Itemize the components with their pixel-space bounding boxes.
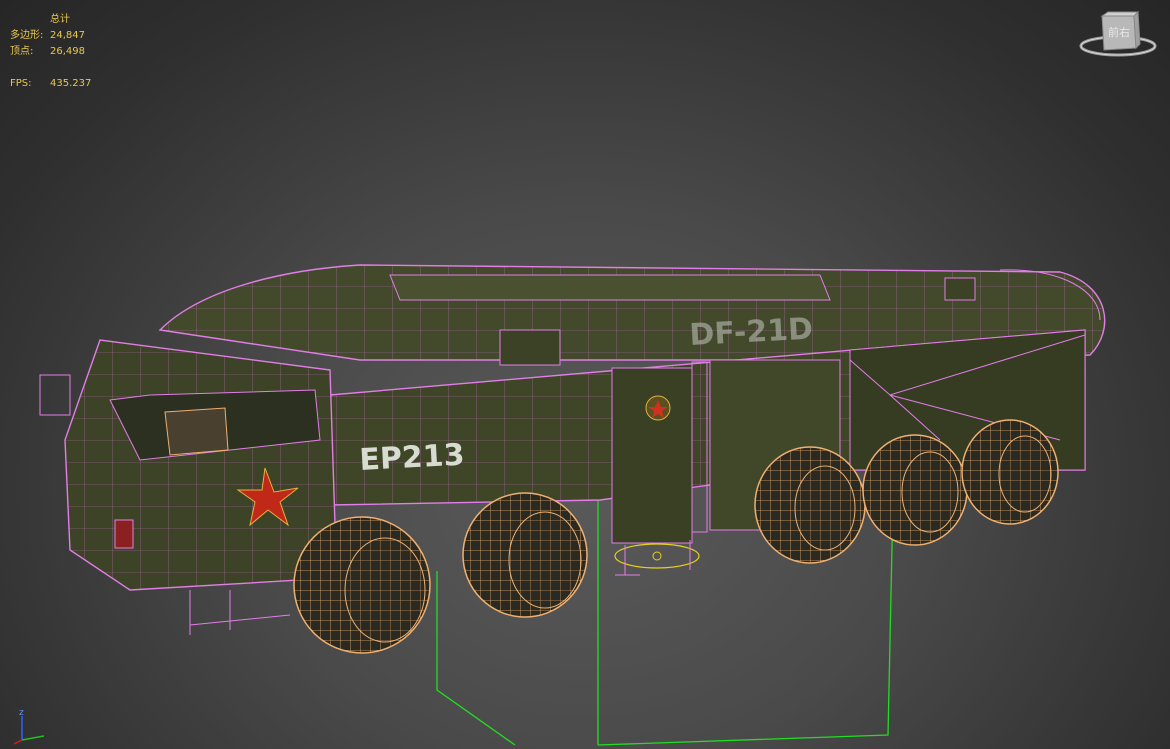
wheel-front-1 [293, 516, 431, 654]
scene-statistics-overlay: 总计 多边形: 24,847 顶点: 26,498 FPS: 435.237 [10, 12, 91, 92]
pivot-gizmo [614, 540, 700, 576]
cab [39, 339, 336, 635]
viewport-perspective[interactable]: EP213 DF-21D 总计 多边形: 24,847 顶点: 26,498 F… [0, 0, 1170, 749]
stats-fps-row: FPS: 435.237 [10, 76, 91, 92]
stats-fps-label: FPS: [10, 78, 32, 89]
stats-fps-value: 435.237 [50, 78, 92, 89]
viewcube-face-label: 前右 [1108, 25, 1130, 39]
wheel-front-2 [462, 492, 588, 618]
wheel-rear-1 [754, 446, 866, 564]
stats-vertices-label: 顶点: [10, 46, 34, 57]
viewcube[interactable]: 前右 [1078, 8, 1158, 60]
stats-polygons-label: 多边形: [10, 30, 44, 41]
chassis-body [329, 329, 1086, 544]
truck-model-wireframe[interactable]: EP213 DF-21D [0, 0, 1170, 749]
cab-marking-text: EP213 [359, 438, 466, 478]
stats-vertices-value: 26,498 [50, 46, 85, 57]
stats-polygons-row: 多边形: 24,847 [10, 28, 91, 44]
axis-tripod-icon: z [13, 708, 45, 745]
stats-vertices-row: 顶点: 26,498 [10, 44, 91, 60]
wheel-rear-3 [961, 419, 1059, 525]
wheel-rear-2 [862, 434, 968, 546]
axis-z-label: z [19, 708, 24, 718]
missile-marking-text: DF-21D [689, 312, 814, 353]
stats-header: 总计 [50, 14, 70, 25]
stats-polygons-value: 24,847 [50, 30, 85, 41]
